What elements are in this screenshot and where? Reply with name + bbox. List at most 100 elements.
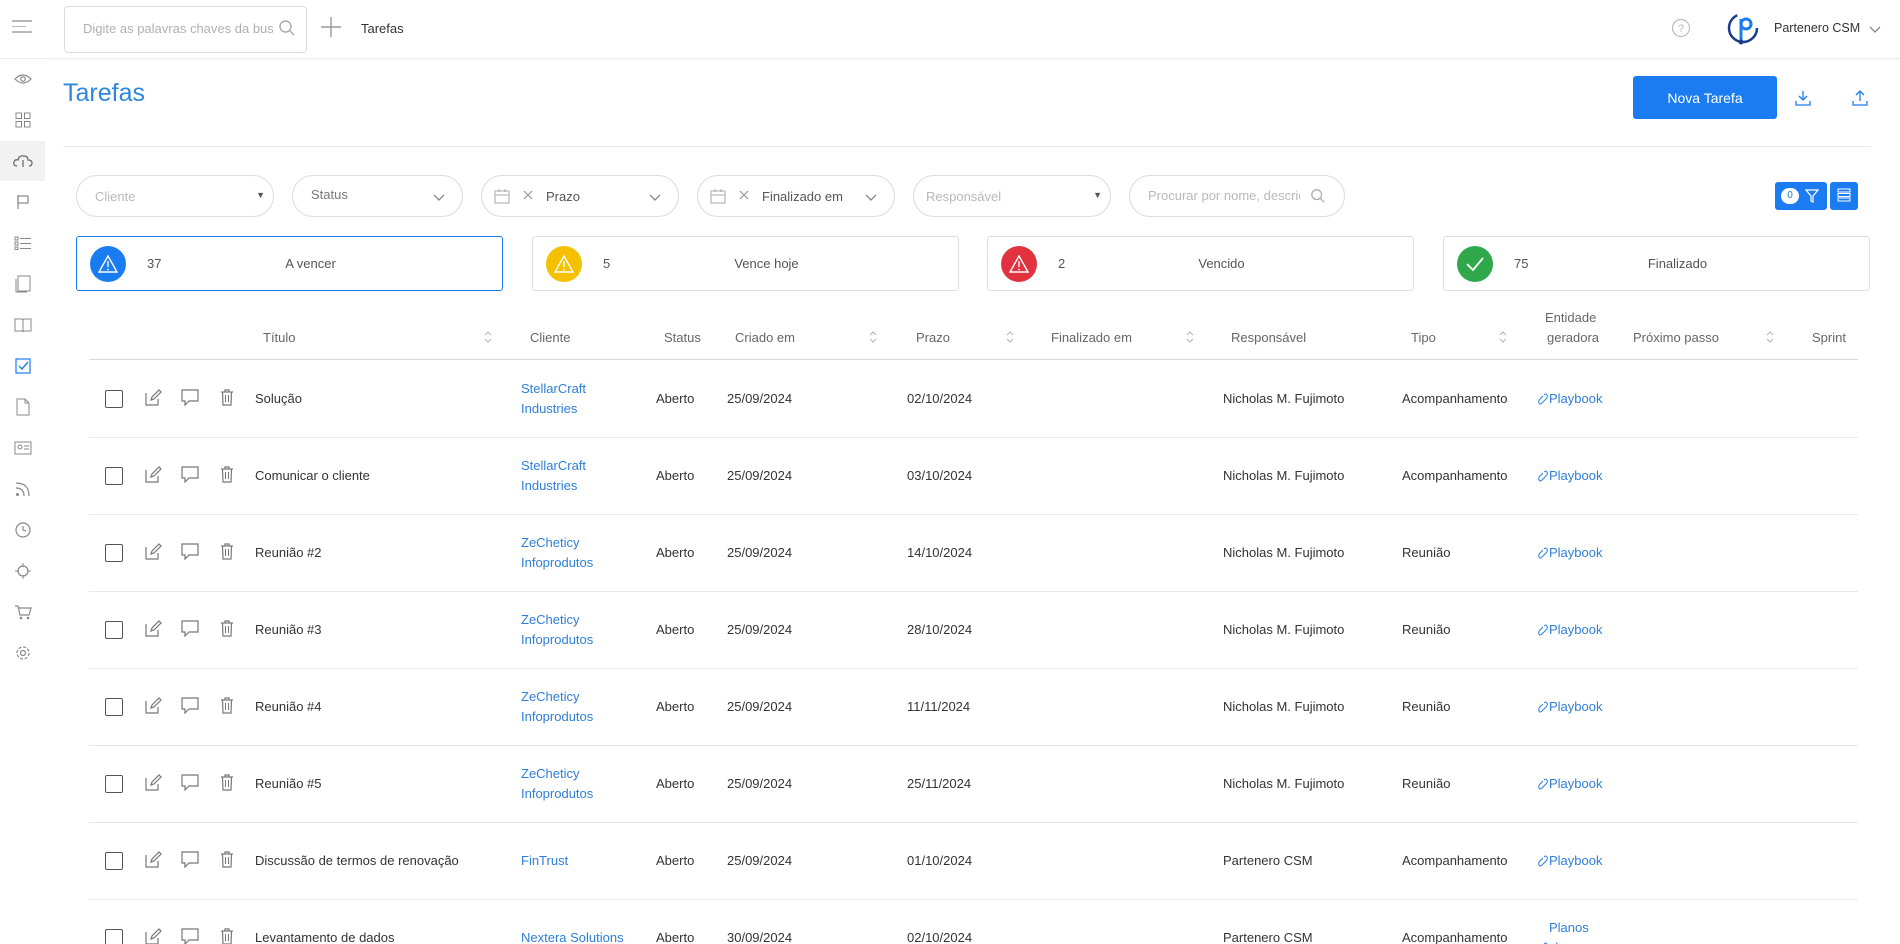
trash-icon[interactable] xyxy=(220,697,234,717)
row-entity[interactable]: Playbook xyxy=(1549,545,1602,560)
add-icon[interactable] xyxy=(318,14,344,40)
col-prazo[interactable]: Prazo xyxy=(916,330,950,345)
comment-icon[interactable] xyxy=(181,697,199,717)
row-client-line1[interactable]: StellarCraft xyxy=(521,458,586,473)
row-client-line2[interactable]: Industries xyxy=(521,401,577,416)
card-vencido[interactable]: 2 Vencido xyxy=(987,236,1414,291)
upload-icon[interactable] xyxy=(1846,84,1874,112)
status-filter[interactable]: Status xyxy=(292,175,463,217)
cloud-icon[interactable] xyxy=(0,141,45,181)
row-checkbox[interactable] xyxy=(105,852,123,870)
responsible-filter[interactable]: Responsável ▼ xyxy=(913,175,1111,217)
table-row[interactable]: Reunião #4 ZeCheticy Infoprodutos Aberto 25/… xyxy=(89,669,1858,746)
search-filter[interactable] xyxy=(1129,175,1345,217)
edit-icon[interactable] xyxy=(144,620,162,641)
row-client-line1[interactable]: ZeCheticy xyxy=(521,689,580,704)
card-vence-hoje[interactable]: 5 Vence hoje xyxy=(532,236,959,291)
table-row[interactable]: Reunião #5 ZeCheticy Infoprodutos Aberto 25/… xyxy=(89,746,1858,823)
download-icon[interactable] xyxy=(1789,84,1817,112)
row-entity[interactable]: Playbook xyxy=(1549,622,1602,637)
table-row[interactable]: Comunicar o cliente StellarCraft Industrie… xyxy=(89,438,1858,515)
sort-icon[interactable] xyxy=(1498,329,1508,348)
row-title[interactable]: Solução xyxy=(255,391,302,406)
global-search[interactable] xyxy=(64,6,307,53)
col-proximo[interactable]: Próximo passo xyxy=(1633,330,1719,345)
row-client[interactable]: FinTrust xyxy=(521,853,568,868)
row-entity[interactable]: Playbook xyxy=(1549,391,1602,406)
sort-icon[interactable] xyxy=(1185,329,1195,348)
edit-icon[interactable] xyxy=(144,851,162,872)
edit-icon[interactable] xyxy=(144,774,162,795)
row-title[interactable]: Reunião #4 xyxy=(255,699,322,714)
task-search-input[interactable] xyxy=(1148,188,1300,203)
comment-icon[interactable] xyxy=(181,774,199,794)
edit-icon[interactable] xyxy=(144,928,162,944)
col-tipo[interactable]: Tipo xyxy=(1411,330,1436,345)
filter-count-button[interactable]: 0 xyxy=(1775,182,1827,210)
trash-icon[interactable] xyxy=(220,389,234,409)
table-row[interactable]: Solução StellarCraft Industries Aberto 25/09… xyxy=(89,361,1858,438)
user-name[interactable]: Partenero CSM xyxy=(1774,21,1860,35)
row-client-line1[interactable]: ZeCheticy xyxy=(521,766,580,781)
search-icon[interactable] xyxy=(278,19,296,40)
col-responsavel[interactable]: Responsável xyxy=(1231,330,1306,345)
clear-icon[interactable] xyxy=(522,189,534,204)
book-open-icon[interactable] xyxy=(0,305,45,345)
col-criado[interactable]: Criado em xyxy=(735,330,795,345)
trash-icon[interactable] xyxy=(220,466,234,486)
checkbox-icon[interactable] xyxy=(0,346,45,386)
row-checkbox[interactable] xyxy=(105,775,123,793)
menu-icon[interactable] xyxy=(12,20,32,36)
comment-icon[interactable] xyxy=(181,851,199,871)
row-checkbox[interactable] xyxy=(105,390,123,408)
row-client-line1[interactable]: StellarCraft xyxy=(521,381,586,396)
row-title[interactable]: Levantamento de dados xyxy=(255,930,395,944)
row-title[interactable]: Reunião #5 xyxy=(255,776,322,791)
row-client-line1[interactable]: ZeCheticy xyxy=(521,535,580,550)
sort-icon[interactable] xyxy=(868,329,878,348)
sort-icon[interactable] xyxy=(483,329,493,348)
list-icon[interactable] xyxy=(0,223,45,263)
row-client-line2[interactable]: Infoprodutos xyxy=(521,786,593,801)
comment-icon[interactable] xyxy=(181,543,199,563)
comment-icon[interactable] xyxy=(181,620,199,640)
row-title[interactable]: Discussão de termos de renovação xyxy=(255,853,459,868)
row-checkbox[interactable] xyxy=(105,544,123,562)
table-row[interactable]: Discussão de termos de renovação FinTrust… xyxy=(89,823,1858,900)
sort-icon[interactable] xyxy=(1005,329,1015,348)
row-client-line2[interactable]: Industries xyxy=(521,478,577,493)
col-entidade-line2[interactable]: geradora xyxy=(1547,330,1599,345)
edit-icon[interactable] xyxy=(144,543,162,564)
col-titulo[interactable]: Título xyxy=(263,330,296,345)
sort-icon[interactable] xyxy=(1765,329,1775,348)
clear-icon[interactable] xyxy=(738,189,750,204)
trash-icon[interactable] xyxy=(220,928,234,944)
row-entity-line2[interactable]: de xyxy=(1551,940,1565,944)
row-checkbox[interactable] xyxy=(105,467,123,485)
client-filter[interactable]: Cliente ▼ xyxy=(76,175,274,217)
grid-icon[interactable] xyxy=(0,100,45,140)
deadline-filter[interactable]: Prazo xyxy=(481,175,679,217)
col-finalizado[interactable]: Finalizado em xyxy=(1051,330,1132,345)
row-checkbox[interactable] xyxy=(105,929,123,944)
row-entity[interactable]: Playbook xyxy=(1549,468,1602,483)
edit-icon[interactable] xyxy=(144,389,162,410)
crosshair-icon[interactable] xyxy=(0,551,45,591)
row-client-line2[interactable]: Infoprodutos xyxy=(521,709,593,724)
rss-icon[interactable] xyxy=(0,469,45,509)
row-checkbox[interactable] xyxy=(105,621,123,639)
row-client-line1[interactable]: ZeCheticy xyxy=(521,612,580,627)
col-sprint[interactable]: Sprint xyxy=(1812,330,1846,345)
edit-icon[interactable] xyxy=(144,697,162,718)
col-cliente[interactable]: Cliente xyxy=(530,330,570,345)
new-task-button[interactable]: Nova Tarefa xyxy=(1633,76,1777,119)
row-client[interactable]: Nextera Solutions xyxy=(521,930,624,944)
trash-icon[interactable] xyxy=(220,543,234,563)
col-entidade-line1[interactable]: Entidade xyxy=(1545,310,1596,325)
document-icon[interactable] xyxy=(0,387,45,427)
clock-icon[interactable] xyxy=(0,510,45,550)
card-finalizado[interactable]: 75 Finalizado xyxy=(1443,236,1870,291)
row-entity-line1[interactable]: Planos xyxy=(1549,920,1589,935)
cart-icon[interactable] xyxy=(0,592,45,632)
trash-icon[interactable] xyxy=(220,774,234,794)
